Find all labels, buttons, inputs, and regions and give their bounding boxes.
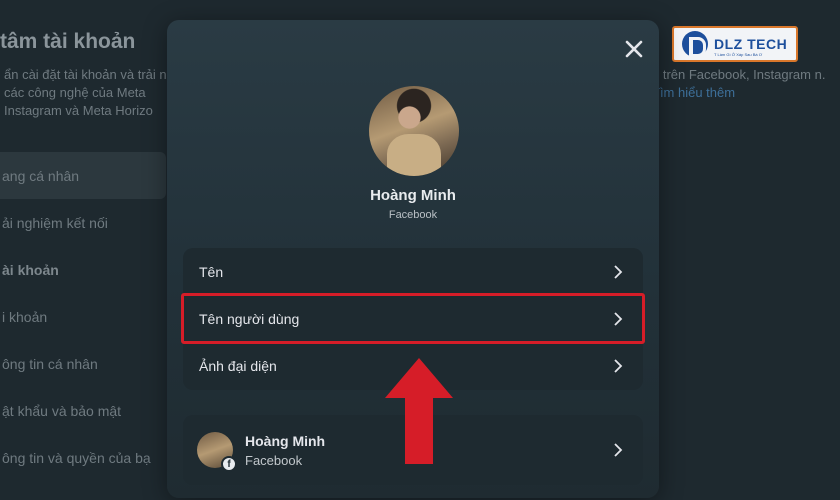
chevron-right-icon — [614, 443, 623, 457]
close-icon — [625, 40, 643, 58]
learn-more-link[interactable]: Tìm hiểu thêm — [652, 85, 735, 100]
menu-item-label: Tên — [199, 263, 224, 280]
chevron-right-icon — [614, 311, 623, 326]
profile-platform: Facebook — [388, 209, 438, 221]
dlz-tech-logo: DLZ TECH T Làm Gì Ở Xáp Sau Bà Ơ — [672, 26, 798, 62]
page-title: tâm tài khoản — [0, 30, 136, 53]
menu-item-label: Ảnh đại diện — [199, 357, 277, 374]
page-description: ẩn cài đặt tài khoản và trải n các công … — [4, 67, 167, 118]
account-avatar: f — [197, 432, 237, 472]
facebook-badge-icon: f — [221, 456, 237, 472]
sidebar-item-personal-details[interactable]: ông tin cá nhân — [0, 340, 166, 387]
menu-item-username[interactable]: Tên người dùng — [181, 293, 645, 344]
sidebar-item-account-settings-heading: ài khoản — [2, 261, 59, 278]
chevron-right-icon — [614, 358, 623, 373]
menu-item-label: Tên người dùng — [199, 310, 300, 327]
logo-text: DLZ TECH — [714, 36, 788, 52]
sidebar-item-accounts[interactable]: i khoản — [0, 293, 166, 340]
sidebar-item-info-permissions[interactable]: ông tin và quyền của bạ — [0, 434, 166, 481]
red-arrow-annotation — [385, 358, 453, 464]
sidebar-item-connected-experiences[interactable]: ải nghiệm kết nối — [0, 199, 166, 246]
profile-name: Hoàng Minh — [370, 187, 456, 204]
menu-item-name[interactable]: Tên — [183, 248, 643, 295]
chevron-right-icon — [614, 264, 623, 279]
avatar-figure — [387, 134, 441, 176]
sidebar-item-password-security[interactable]: ật khẩu và bảo mật — [0, 387, 166, 434]
page-description-right: n trên Facebook, Instagram n. Tìm hiểu t… — [652, 66, 840, 102]
sidebar-nav: ang cá nhân ải nghiệm kết nối ài khoản i… — [0, 152, 166, 481]
logo-tagline: T Làm Gì Ở Xáp Sau Bà Ơ — [714, 52, 763, 57]
logo-mark-icon — [682, 31, 708, 57]
profile-avatar — [369, 86, 459, 176]
sidebar-item-profiles[interactable]: ang cá nhân — [0, 152, 166, 199]
close-button[interactable] — [623, 38, 645, 60]
description-right-text: n trên Facebook, Instagram n. — [652, 67, 826, 82]
